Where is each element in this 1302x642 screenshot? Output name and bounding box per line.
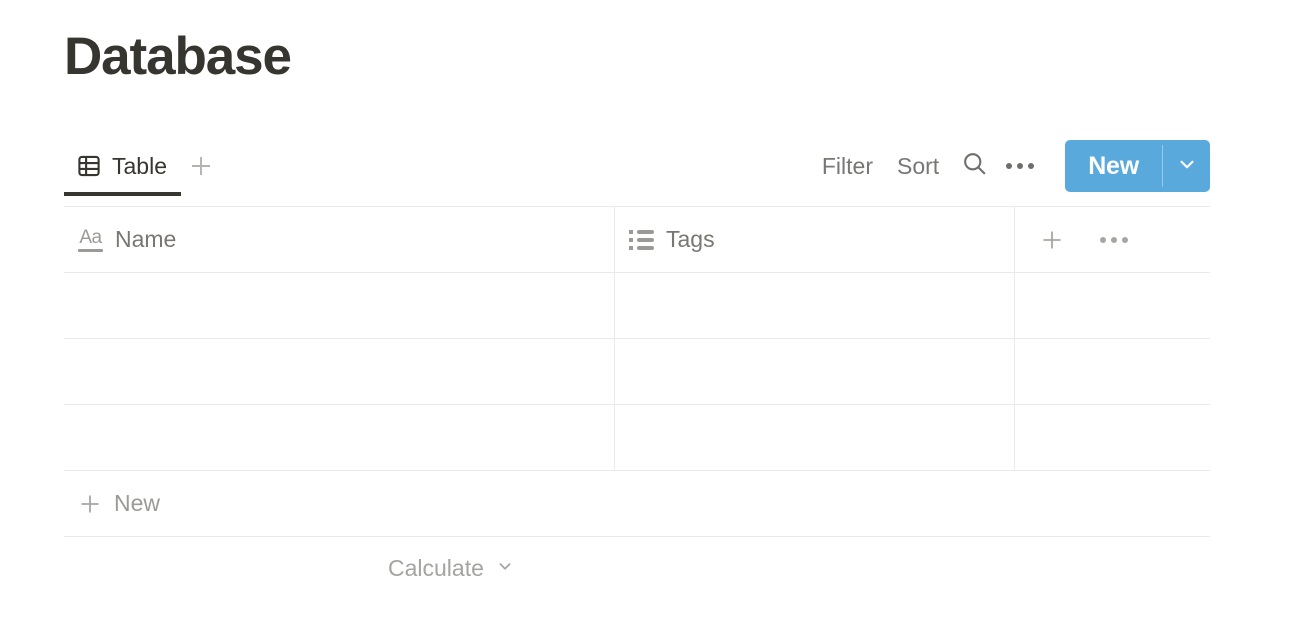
add-property-button[interactable] (1035, 223, 1069, 257)
column-header-actions (1014, 207, 1210, 272)
title-text-icon-underline (78, 248, 103, 252)
new-button-dropdown[interactable] (1163, 140, 1210, 192)
table-row[interactable] (64, 339, 1210, 405)
ellipsis-icon (1006, 163, 1035, 169)
page-title: Database (64, 27, 292, 86)
new-button[interactable]: New (1065, 140, 1162, 192)
cell-tags[interactable] (614, 273, 1014, 338)
add-new-row-button[interactable]: New (64, 471, 1210, 537)
toolbar-actions: Filter Sort New (810, 136, 1210, 196)
table-row[interactable] (64, 405, 1210, 471)
table-options-button[interactable] (1097, 223, 1131, 257)
table-row[interactable] (64, 273, 1210, 339)
cell-name[interactable] (64, 339, 614, 404)
column-header-name-label: Name (115, 226, 177, 252)
tab-table[interactable]: Table (64, 136, 181, 196)
filter-button[interactable]: Filter (810, 153, 885, 180)
multi-select-list-icon (629, 229, 654, 250)
notion-database-page: Database Table Filter Sort New Aa Name T… (0, 0, 1302, 642)
view-tabs: Table (64, 136, 221, 196)
column-header-tags-label: Tags (666, 226, 715, 252)
calculate-button[interactable]: Calculate (388, 555, 516, 582)
cell-name[interactable] (64, 273, 614, 338)
add-view-button[interactable] (181, 136, 221, 196)
new-button-group: New (1065, 140, 1210, 192)
calculate-label: Calculate (388, 554, 484, 581)
plus-icon (1040, 228, 1064, 252)
chevron-down-icon (494, 555, 516, 582)
cell-tags[interactable] (614, 405, 1014, 470)
table-footer: Calculate (64, 537, 1210, 599)
table-header-row: Aa Name Tags (64, 206, 1210, 273)
cell-spacer (1014, 339, 1210, 404)
cell-name[interactable] (64, 405, 614, 470)
table-grid-icon (77, 154, 101, 178)
cell-tags[interactable] (614, 339, 1014, 404)
database-toolbar: Table Filter Sort New (64, 136, 1210, 196)
cell-spacer (1014, 273, 1210, 338)
more-options-button[interactable] (997, 143, 1043, 189)
column-header-name[interactable]: Aa Name (64, 207, 614, 272)
ellipsis-icon (1100, 236, 1128, 243)
search-button[interactable] (951, 143, 997, 189)
title-text-icon: Aa (78, 228, 103, 252)
column-header-tags[interactable]: Tags (614, 207, 1014, 272)
add-new-row-label: New (114, 490, 161, 516)
chevron-down-icon (1175, 152, 1199, 181)
tab-table-label: Table (112, 152, 167, 179)
plus-icon (78, 492, 102, 516)
sort-button[interactable]: Sort (885, 153, 951, 180)
title-text-icon-label: Aa (79, 226, 102, 248)
plus-icon (188, 153, 214, 179)
cell-spacer (1014, 405, 1210, 470)
search-icon (961, 150, 988, 182)
database-table: Aa Name Tags New Calculate (64, 206, 1210, 599)
